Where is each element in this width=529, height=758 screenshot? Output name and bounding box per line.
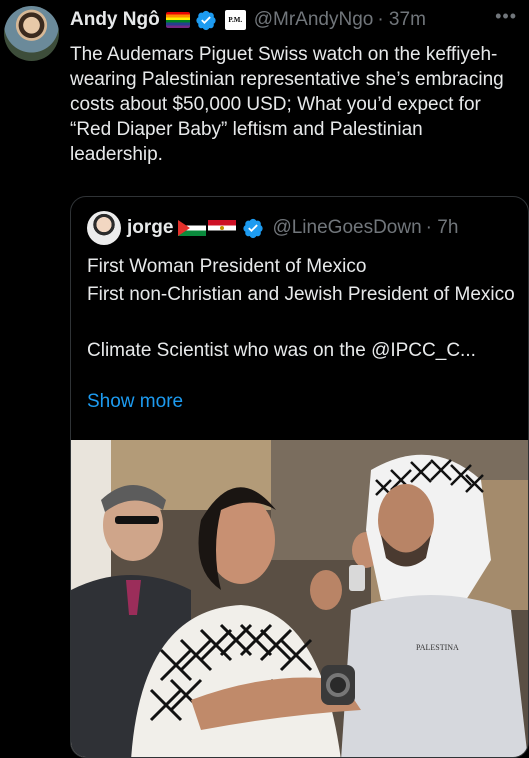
tweet-text: The Audemars Piguet Swiss watch on the k…	[70, 44, 504, 165]
author-avatar[interactable]	[4, 6, 59, 61]
verified-badge-icon[interactable]	[242, 217, 264, 239]
quoted-author-handle[interactable]: @LineGoesDown	[272, 217, 421, 239]
quoted-author-avatar[interactable]	[87, 211, 121, 245]
author-name[interactable]: Andy Ngô	[70, 9, 160, 31]
palestine-flag-icon	[178, 220, 207, 236]
author-handle[interactable]: @MrAndyNgo	[254, 9, 374, 31]
quoted-tweet-text: First Woman President of Mexico First no…	[87, 256, 515, 361]
affiliation-badge[interactable]: P.M.	[224, 10, 246, 30]
quoted-author-name[interactable]: jorge	[127, 217, 173, 239]
show-more-link[interactable]: Show more	[87, 391, 183, 413]
shirt-print-text: PALESTINA	[416, 643, 459, 652]
rainbow-flag-icon	[165, 12, 190, 28]
tweet[interactable]: Andy Ngô P.M. @MrAndyNgo · 37m ••• The A…	[0, 0, 529, 758]
tweet-header: Andy Ngô P.M. @MrAndyNgo · 37m	[70, 6, 426, 34]
verified-badge-icon[interactable]	[195, 9, 217, 31]
quoted-post-time[interactable]: · 7h	[426, 217, 459, 239]
more-options-icon[interactable]: •••	[495, 6, 517, 27]
quoted-tweet-photo[interactable]: PALESTINA	[71, 440, 528, 757]
photo-illustration: PALESTINA	[71, 440, 528, 757]
egypt-flag-icon	[208, 220, 237, 236]
quoted-tweet[interactable]: jorge @LineGoesDown · 7h First Woman Pre…	[70, 196, 529, 758]
post-time[interactable]: · 37m	[377, 9, 426, 31]
quoted-tweet-header: jorge @LineGoesDown · 7h	[87, 211, 459, 245]
